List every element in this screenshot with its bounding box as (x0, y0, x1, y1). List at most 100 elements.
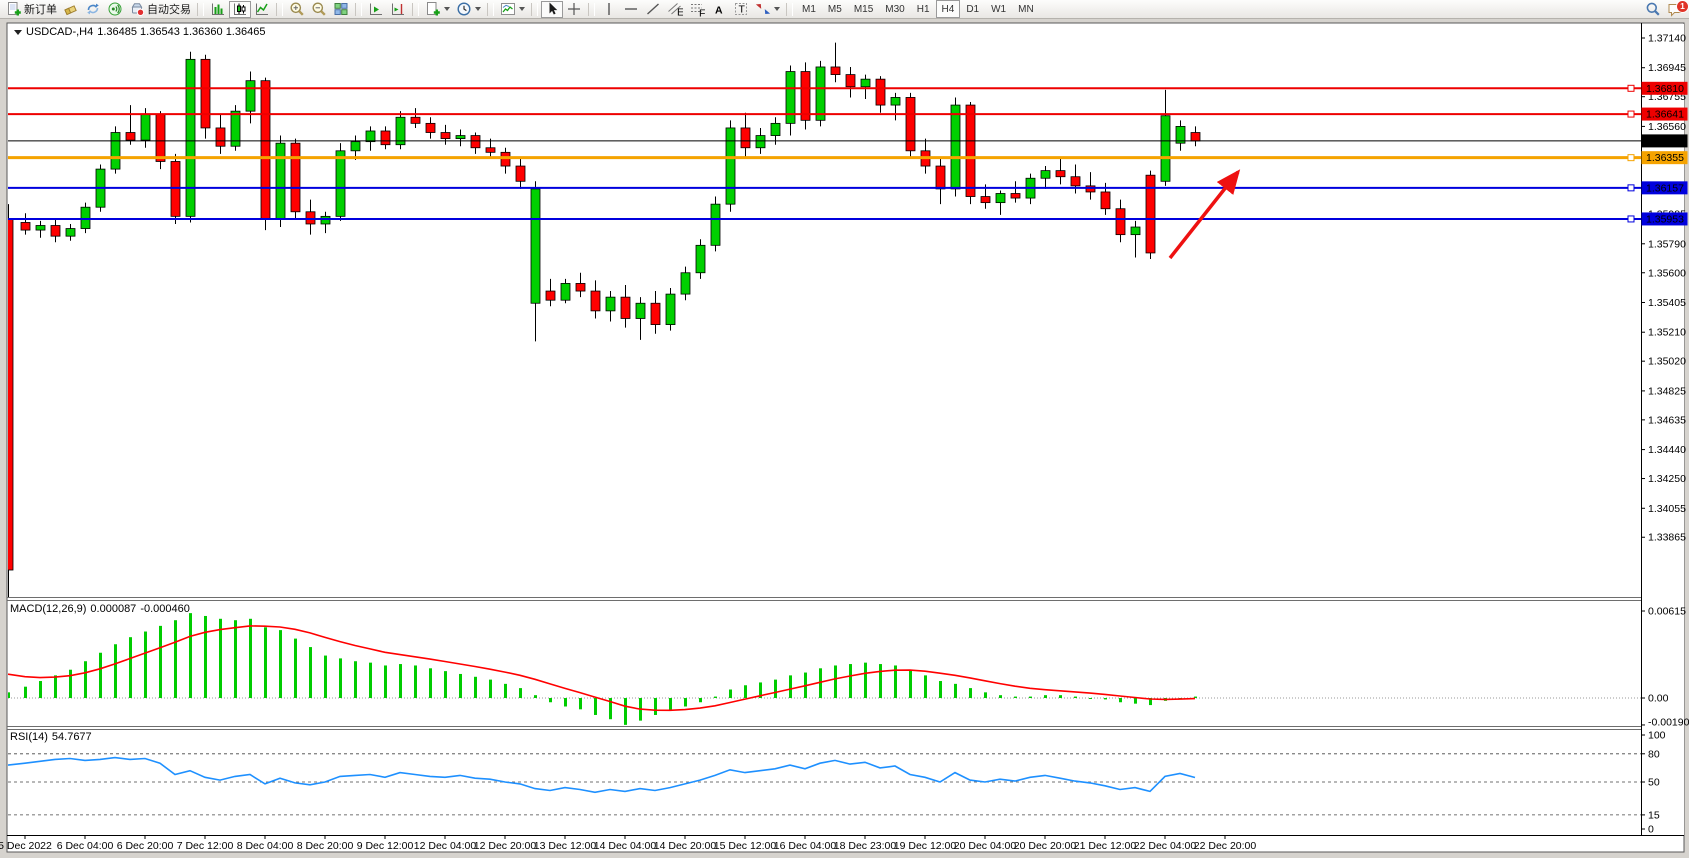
vertical-line-button[interactable] (598, 1, 620, 18)
periods-button[interactable] (453, 1, 484, 18)
candle (756, 136, 765, 148)
macd-histogram-bar (174, 620, 177, 698)
zoom-out-button[interactable] (308, 1, 330, 18)
toolbar-separator (531, 3, 538, 16)
candle (876, 79, 885, 105)
timeframe-d1-button[interactable]: D1 (960, 0, 985, 18)
timeframe-mn-button[interactable]: MN (1012, 0, 1040, 18)
macd-histogram-bar (489, 680, 492, 698)
rsi-tick-label: 100 (1648, 730, 1666, 742)
candle (666, 294, 675, 324)
macd-tick-label: 0.00 (1648, 693, 1669, 705)
macd-histogram-bar (144, 632, 147, 698)
chart-menu-arrow[interactable] (14, 30, 22, 35)
vertical-line-icon (601, 1, 617, 17)
eraser-button[interactable] (60, 1, 82, 18)
cursor-icon (544, 1, 560, 17)
text-label-button[interactable]: T (730, 1, 752, 18)
candle (831, 67, 840, 75)
price-tick-label: 1.34055 (1648, 503, 1686, 515)
candlestick-chart-button[interactable] (229, 1, 251, 18)
price-tick-label: 1.34635 (1648, 414, 1686, 426)
candle (681, 273, 690, 294)
macd-histogram-bar (354, 661, 357, 698)
macd-histogram-bar (69, 670, 72, 698)
text-button[interactable]: A (708, 1, 730, 18)
notifications-button[interactable]: 1 (1664, 1, 1686, 18)
crosshair-button[interactable] (563, 1, 585, 18)
line-chart-button[interactable] (251, 1, 273, 18)
search-button[interactable] (1642, 1, 1664, 18)
publish-button[interactable] (82, 1, 104, 18)
time-tick-label: 6 Dec 20:00 (117, 840, 174, 852)
candle (441, 133, 450, 139)
zoom-in-button[interactable] (286, 1, 308, 18)
macd-tick-label: -0.001906 (1648, 717, 1689, 729)
macd-histogram-bar (534, 695, 537, 698)
auto-scroll-icon (368, 1, 384, 17)
main-toolbar: 新订单 自动交易 (0, 0, 1689, 19)
horizontal-line-button[interactable] (620, 1, 642, 18)
macd-histogram-bar (564, 698, 567, 706)
macd-histogram-bar (384, 665, 387, 698)
fibonacci-button[interactable]: F (686, 1, 708, 18)
line-chart-icon (254, 1, 270, 17)
toolbar-separator (487, 3, 494, 16)
trendline-button[interactable] (642, 1, 664, 18)
macd-histogram-bar (1134, 698, 1137, 704)
candle (141, 114, 150, 140)
arrows-button[interactable] (752, 1, 783, 18)
macd-histogram-bar (279, 630, 282, 698)
chart-canvas[interactable]: 1.371401.369451.367551.365601.359851.357… (0, 0, 1689, 858)
level-line-handle[interactable] (1628, 111, 1634, 117)
templates-button[interactable] (497, 1, 528, 18)
equidistant-channel-icon: E (667, 1, 683, 17)
candle (381, 131, 390, 145)
new-order-button[interactable]: 新订单 (3, 1, 60, 18)
auto-scroll-button[interactable] (365, 1, 387, 18)
time-tick-label: 8 Dec 04:00 (237, 840, 294, 852)
timeframe-m30-button[interactable]: M30 (879, 0, 910, 18)
tile-windows-button[interactable] (330, 1, 352, 18)
svg-text:A: A (715, 5, 723, 17)
candle (456, 136, 465, 139)
macd-histogram-bar (339, 658, 342, 698)
signals-button[interactable] (104, 1, 126, 18)
timeframe-h1-button[interactable]: H1 (911, 0, 936, 18)
search-icon (1645, 1, 1661, 17)
macd-histogram-bar (99, 653, 102, 698)
macd-histogram-bar (39, 681, 42, 698)
macd-histogram-bar (234, 620, 237, 698)
macd-histogram-bar (444, 671, 447, 698)
timeframe-w1-button[interactable]: W1 (985, 0, 1012, 18)
autotrading-button[interactable]: 自动交易 (126, 1, 194, 18)
level-line-handle[interactable] (1628, 85, 1634, 91)
macd-histogram-bar (84, 661, 87, 698)
macd-tick-label: 0.00615 (1648, 606, 1686, 618)
timeframe-m15-button[interactable]: M15 (848, 0, 879, 18)
timeframe-m5-button[interactable]: M5 (822, 0, 848, 18)
macd-histogram-bar (249, 619, 252, 698)
timeframe-m1-button[interactable]: M1 (796, 0, 822, 18)
candle (111, 133, 120, 170)
equidistant-channel-button[interactable]: E (664, 1, 686, 18)
candle (81, 207, 90, 228)
timeframe-h4-button[interactable]: H4 (936, 0, 961, 18)
publish-icon (85, 1, 101, 17)
level-line-handle[interactable] (1628, 155, 1634, 161)
candle (591, 291, 600, 311)
level-line-handle[interactable] (1628, 185, 1634, 191)
macd-histogram-bar (744, 685, 747, 698)
candle (996, 193, 1005, 202)
candle (576, 283, 585, 291)
candle (411, 117, 420, 123)
chart-shift-button[interactable] (387, 1, 409, 18)
candle (651, 303, 660, 324)
time-tick-label: 16 Dec 04:00 (774, 840, 837, 852)
macd-histogram-bar (429, 668, 432, 698)
cursor-button[interactable] (541, 1, 563, 18)
price-tick-label: 1.34440 (1648, 444, 1686, 456)
level-line-handle[interactable] (1628, 216, 1634, 222)
bar-chart-button[interactable] (207, 1, 229, 18)
new-chart-button[interactable] (422, 1, 453, 18)
